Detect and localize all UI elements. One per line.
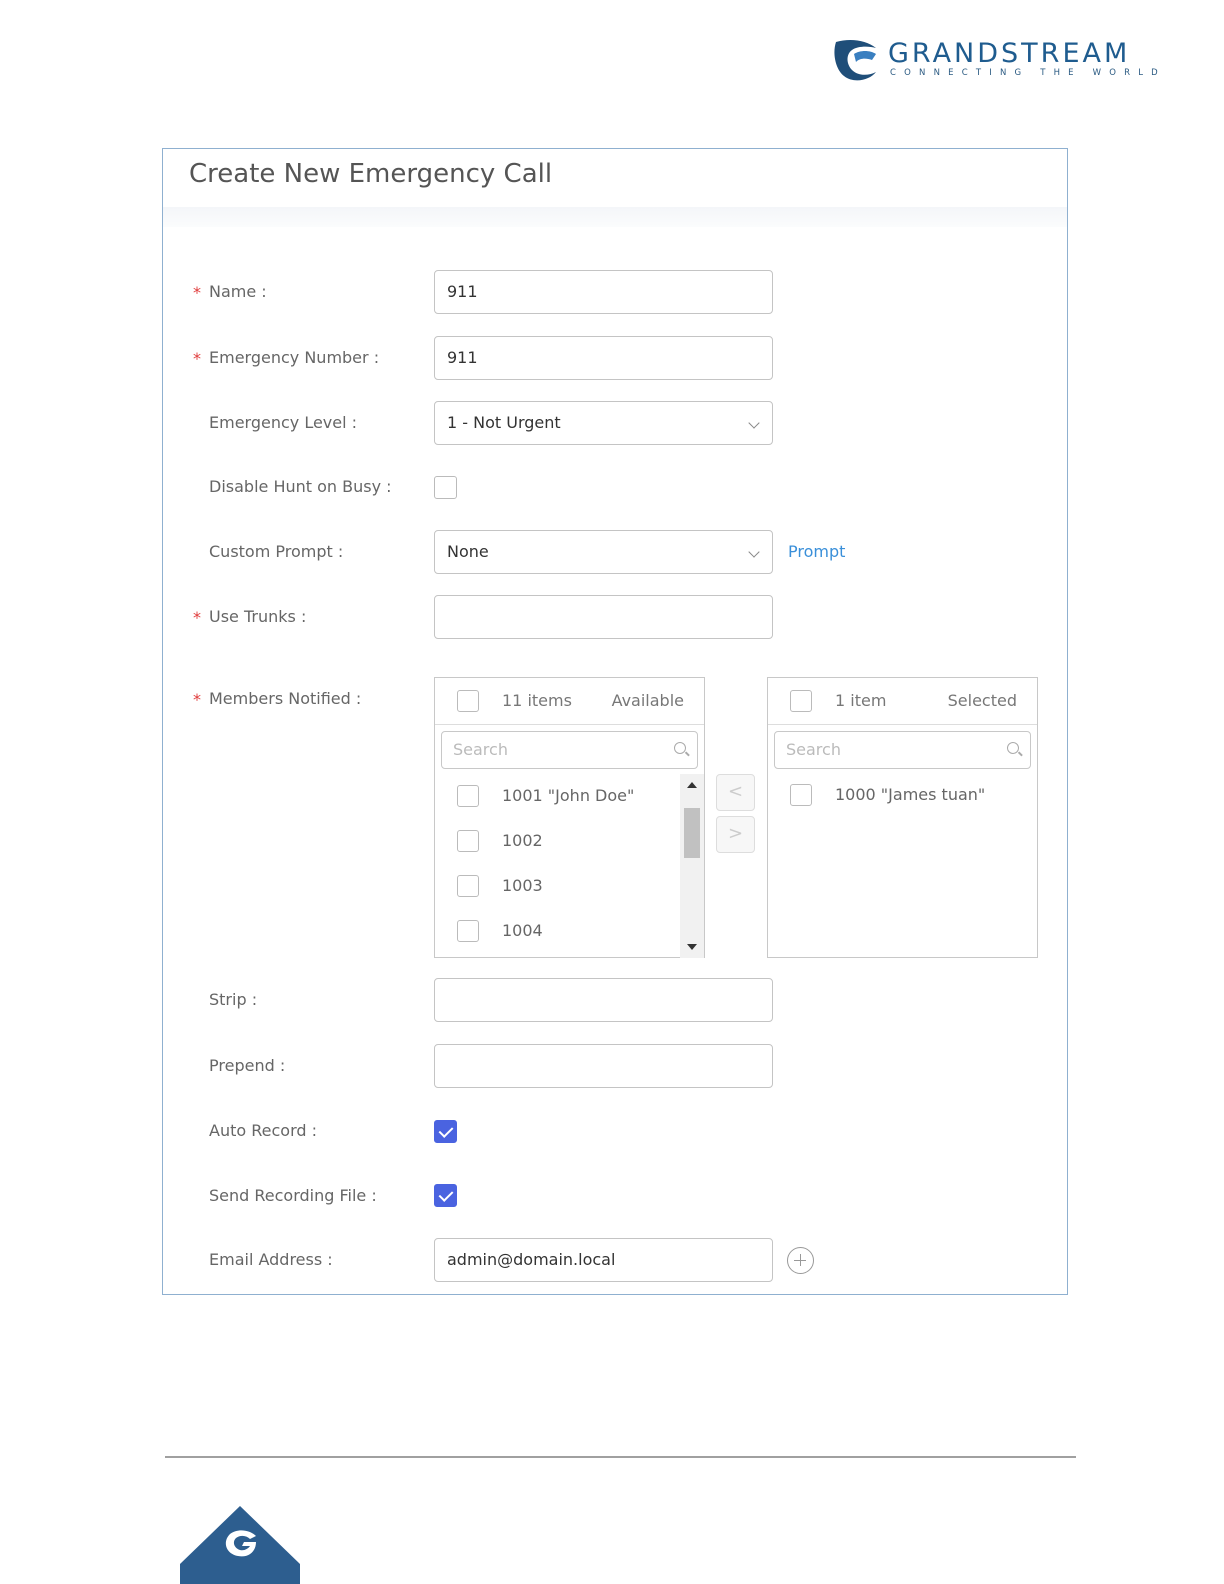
list-item-checkbox[interactable] [457, 785, 479, 807]
list-item-checkbox[interactable] [457, 830, 479, 852]
selected-select-all-checkbox[interactable] [790, 690, 812, 712]
selected-search-placeholder: Search [786, 740, 841, 759]
list-item-label: 1004 [502, 921, 543, 940]
list-item[interactable]: 1003 [435, 864, 675, 909]
available-select-all-checkbox[interactable] [457, 690, 479, 712]
brand-name: GRANDSTREAM [888, 38, 1131, 69]
emergency-level-select[interactable]: 1 - Not Urgent [434, 401, 773, 445]
name-label: Name : [209, 282, 267, 301]
available-list-header: 11 items Available [435, 678, 704, 725]
chevron-down-icon [748, 546, 760, 558]
selected-title: Selected [947, 691, 1017, 710]
available-list-scrollbar[interactable] [680, 774, 704, 958]
list-item-label: 1000 "James tuan" [835, 785, 986, 804]
list-item-checkbox[interactable] [457, 920, 479, 942]
footer-logo-icon [180, 1506, 300, 1584]
required-marker: * [193, 283, 201, 302]
custom-prompt-select[interactable]: None [434, 530, 773, 574]
selected-search-input[interactable]: Search [774, 731, 1031, 769]
move-right-button[interactable]: > [716, 816, 755, 853]
auto-record-label: Auto Record : [209, 1121, 317, 1140]
name-input[interactable]: 911 [434, 270, 773, 314]
emergency-number-label: Emergency Number : [209, 348, 380, 367]
brand-tagline: CONNECTING THE WORLD [890, 68, 1166, 78]
list-item[interactable]: 1001 "John Doe" [435, 774, 675, 819]
disable-hunt-on-busy-label: Disable Hunt on Busy : [209, 477, 392, 496]
emergency-level-label: Emergency Level : [209, 413, 358, 432]
send-recording-file-label: Send Recording File : [209, 1186, 377, 1205]
list-item[interactable]: 1004 [435, 909, 675, 954]
grandstream-logo: GRANDSTREAM CONNECTING THE WORLD [832, 38, 1162, 84]
move-left-button[interactable]: < [716, 774, 755, 811]
list-item-label: 1001 "John Doe" [502, 786, 635, 805]
emergency-number-input[interactable]: 911 [434, 336, 773, 380]
available-members-list: 11 items Available Search 1001 "John Doe… [434, 677, 705, 958]
panel-header-band [163, 207, 1067, 227]
required-marker: * [193, 690, 201, 709]
available-count: 11 items [502, 691, 572, 710]
email-address-label: Email Address : [209, 1250, 333, 1269]
search-icon [674, 742, 686, 754]
strip-input[interactable] [434, 978, 773, 1022]
custom-prompt-value: None [447, 542, 489, 561]
create-emergency-call-panel: Create New Emergency Call * Name : 911 *… [162, 148, 1068, 1295]
chevron-right-icon: > [727, 823, 744, 844]
selected-count: 1 item [835, 691, 887, 710]
panel-title: Create New Emergency Call [189, 159, 553, 189]
members-notified-label: Members Notified : [209, 689, 362, 708]
send-recording-file-checkbox[interactable] [434, 1184, 457, 1207]
footer-divider [165, 1456, 1076, 1458]
selected-members-list: 1 item Selected Search 1000 "James tuan" [767, 677, 1038, 958]
prepend-input[interactable] [434, 1044, 773, 1088]
grandstream-logo-icon [834, 40, 876, 81]
prepend-label: Prepend : [209, 1056, 286, 1075]
add-email-plus-icon[interactable] [787, 1247, 814, 1274]
search-icon [1007, 742, 1019, 754]
required-marker: * [193, 608, 201, 627]
available-title: Available [611, 691, 684, 710]
list-item-checkbox[interactable] [457, 875, 479, 897]
chevron-down-icon [748, 417, 760, 429]
available-search-input[interactable]: Search [441, 731, 698, 769]
custom-prompt-label: Custom Prompt : [209, 542, 344, 561]
list-item-label: 1002 [502, 831, 543, 850]
list-item[interactable]: 1000 "James tuan" [768, 773, 1008, 818]
scroll-up-arrow-icon[interactable] [687, 782, 697, 788]
available-search-placeholder: Search [453, 740, 508, 759]
use-trunks-select[interactable] [434, 595, 773, 639]
chevron-left-icon: < [727, 781, 744, 802]
use-trunks-label: Use Trunks : [209, 607, 307, 626]
emergency-level-value: 1 - Not Urgent [447, 413, 561, 432]
list-item[interactable]: 1002 [435, 819, 675, 864]
prompt-link[interactable]: Prompt [788, 542, 845, 561]
scrollbar-thumb[interactable] [684, 808, 700, 858]
strip-label: Strip : [209, 990, 258, 1009]
required-marker: * [193, 349, 201, 368]
email-address-input[interactable]: admin@domain.local [434, 1238, 773, 1282]
auto-record-checkbox[interactable] [434, 1120, 457, 1143]
list-item-label: 1003 [502, 876, 543, 895]
scroll-down-arrow-icon[interactable] [687, 944, 697, 950]
disable-hunt-on-busy-checkbox[interactable] [434, 476, 457, 499]
list-item-checkbox[interactable] [790, 784, 812, 806]
selected-list-header: 1 item Selected [768, 678, 1037, 725]
